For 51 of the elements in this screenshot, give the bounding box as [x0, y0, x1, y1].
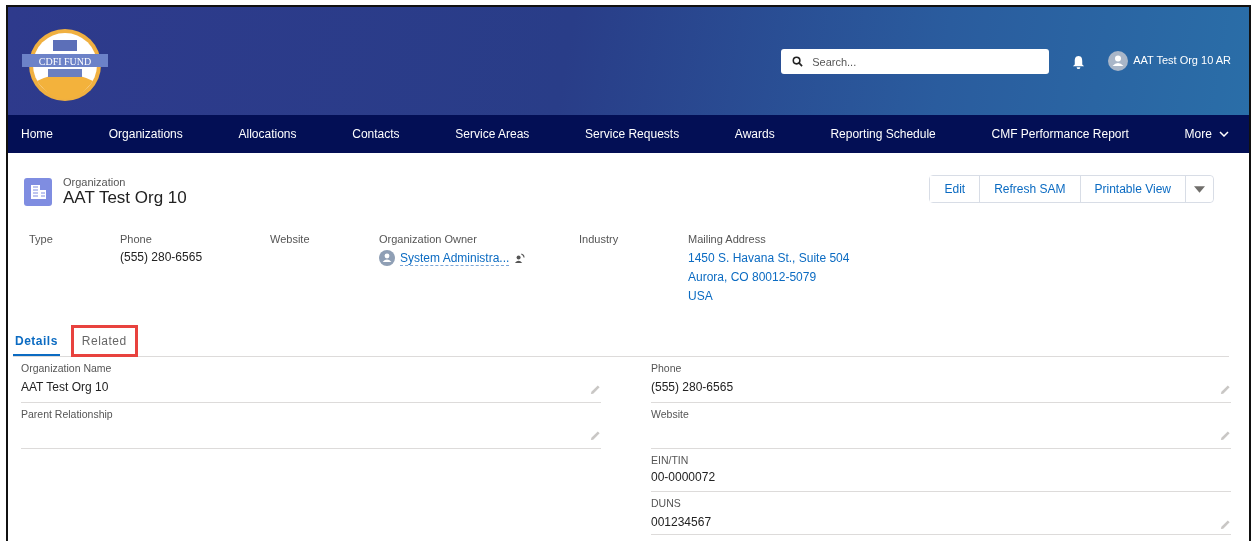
- field-label: Website: [651, 408, 690, 420]
- tab[interactable]: Details: [13, 334, 60, 356]
- pencil-icon[interactable]: [1220, 519, 1231, 530]
- user-name[interactable]: AAT Test Org 10 AR: [1133, 54, 1231, 66]
- nav-tab[interactable]: Service Areas: [455, 123, 530, 145]
- pencil-icon[interactable]: [590, 430, 601, 441]
- field-label: Organization Owner: [379, 233, 477, 245]
- field-value: 001234567: [651, 514, 712, 529]
- nav-tab[interactable]: Contacts: [352, 123, 400, 145]
- pencil-icon[interactable]: [590, 384, 601, 395]
- nav-tab[interactable]: CMF Performance Report: [991, 123, 1129, 145]
- nav-tab[interactable]: Reporting Schedule: [830, 123, 936, 145]
- field-value: (555) 280-6565: [651, 379, 734, 394]
- field-label: Mailing Address: [688, 233, 766, 245]
- dropdown-caret-icon: [1194, 185, 1205, 193]
- change-owner-icon[interactable]: [514, 252, 526, 264]
- owner-link[interactable]: System Administra...: [400, 250, 510, 266]
- nav-tab[interactable]: More: [1184, 123, 1229, 145]
- nav-tab[interactable]: Allocations: [238, 123, 297, 145]
- address-link[interactable]: USA: [688, 288, 713, 304]
- field-value: AAT Test Org 10: [21, 379, 109, 394]
- object-type-label: Organization: [63, 175, 127, 188]
- record-title: AAT Test Org 10: [63, 187, 187, 208]
- field-label: Organization Name: [21, 362, 113, 374]
- field-label: Phone: [120, 233, 152, 245]
- field-label: Parent Relationship: [21, 408, 114, 420]
- address-link[interactable]: Aurora, CO 80012-5079: [688, 269, 817, 285]
- pencil-icon[interactable]: [1220, 384, 1231, 395]
- nav-tab[interactable]: Service Requests: [585, 123, 680, 145]
- field-value: 00-0000072: [651, 470, 716, 484]
- search-icon: [792, 56, 804, 67]
- building-icon: [24, 177, 52, 206]
- field-label: Website: [270, 233, 310, 245]
- field-value: (555) 280-6565: [120, 250, 203, 264]
- chevron-icon: [1218, 131, 1229, 137]
- address-link[interactable]: 1450 S. Havana St., Suite 504: [688, 250, 850, 266]
- field-label: Phone: [651, 362, 683, 374]
- nav-tab[interactable]: Home: [21, 123, 53, 145]
- tab[interactable]: Related: [73, 328, 135, 354]
- field-label: EIN/TIN: [651, 454, 690, 466]
- search-field[interactable]: Search...: [781, 49, 1050, 74]
- user-avatar-icon: [379, 250, 395, 266]
- field-label: Type: [29, 233, 53, 245]
- field-label: DUNS: [651, 497, 682, 509]
- user-avatar-icon[interactable]: [1108, 51, 1129, 71]
- seal-logo-drawing: CDFI FUND: [20, 27, 110, 103]
- pencil-icon[interactable]: [1220, 430, 1231, 441]
- nav-tab[interactable]: Awards: [734, 123, 775, 145]
- action-button[interactable]: Edit: [930, 176, 981, 202]
- field-label: Industry: [579, 233, 619, 245]
- nav-tab[interactable]: Organizations: [108, 123, 183, 145]
